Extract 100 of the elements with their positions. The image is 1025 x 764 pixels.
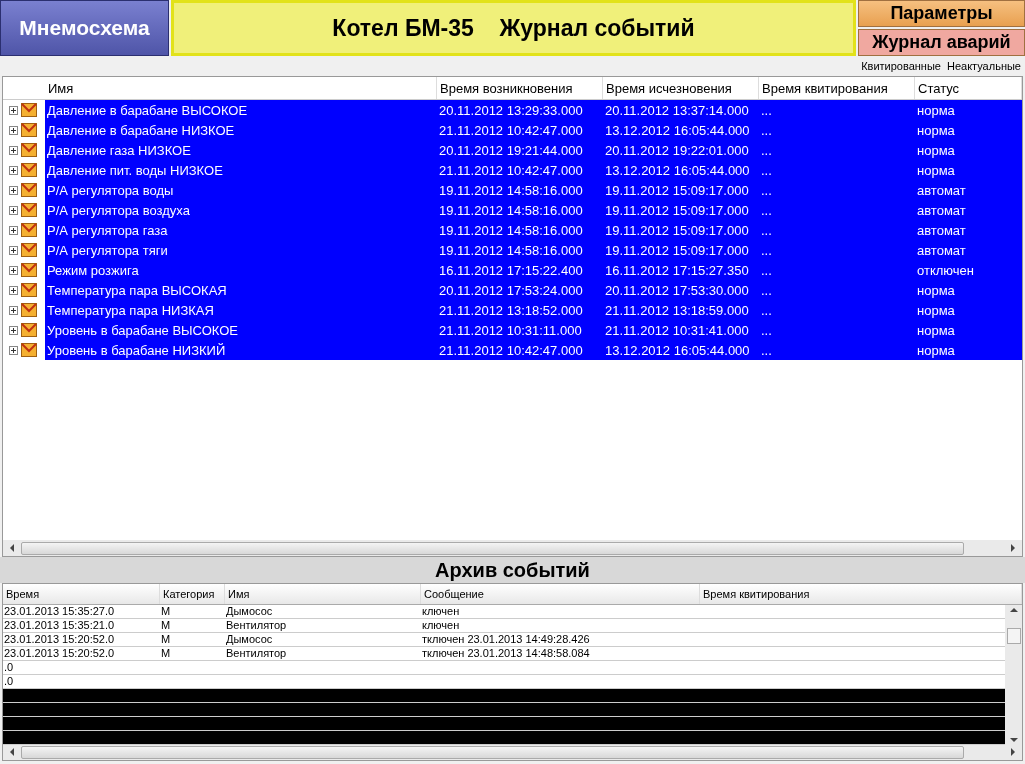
event-cell-text: норма <box>916 162 956 178</box>
event-cell-text: автомат <box>916 182 967 198</box>
column-header[interactable]: Сообщение <box>421 584 700 604</box>
column-header[interactable]: Время квитирования <box>700 584 1022 604</box>
event-cell-text: 19.11.2012 15:09:17.000 <box>604 182 750 198</box>
column-header[interactable]: Имя <box>225 584 421 604</box>
event-cell-text: ... <box>760 202 773 218</box>
filter-link[interactable]: Квитированные <box>861 60 941 72</box>
column-header[interactable]: Время <box>3 584 160 604</box>
envelope-icon <box>21 182 37 198</box>
expand-icon[interactable] <box>9 285 18 295</box>
event-row[interactable]: Р/А регулятора воздуха 19.11.2012 14:58:16.000 19.11.2012 15:09:17.000 ... автомат <box>3 200 1022 220</box>
archive-cell-text: Дымосос <box>225 605 274 618</box>
event-cell-text: ... <box>760 302 773 318</box>
envelope-icon <box>21 142 37 158</box>
event-cell-text: 21.11.2012 10:31:11.000 <box>438 322 583 338</box>
page-title: Котел БМ-35 Журнал событий <box>171 0 856 56</box>
column-header[interactable]: Статус <box>915 77 1022 99</box>
expand-icon[interactable] <box>9 245 18 255</box>
event-cell-text: ... <box>760 142 773 158</box>
event-cell-text: 21.11.2012 13:18:59.000 <box>604 302 750 318</box>
archive-cell-text: М <box>160 605 172 618</box>
event-row[interactable]: Режим розжига 16.11.2012 17:15:22.400 16.11.2012 17:15:27.350 ... отключен <box>3 260 1022 280</box>
event-row[interactable]: Давление в барабане ВЫСОКОЕ 20.11.2012 13:29:33.000 20.11.2012 13:37:14.000 ... норма <box>3 100 1022 120</box>
event-cell-text: Давление газа НИЗКОЕ <box>46 142 192 158</box>
event-row[interactable]: Уровень в барабане НИЗКИЙ 21.11.2012 10:42:47.000 13.12.2012 16:05:44.000 ... норма <box>3 340 1022 360</box>
event-cell-text: отключен <box>916 262 975 278</box>
event-cell-text: 20.11.2012 19:22:01.000 <box>604 142 750 158</box>
event-cell-text: 16.11.2012 17:15:22.400 <box>438 262 584 278</box>
scrollbar-thumb[interactable] <box>21 745 964 759</box>
event-cell-text: 20.11.2012 17:53:30.000 <box>604 282 750 298</box>
envelope-icon <box>21 322 37 338</box>
event-cell-text: ... <box>760 322 773 338</box>
envelope-icon <box>21 162 37 178</box>
column-header[interactable]: Время квитирования <box>759 77 915 99</box>
archive-cell-text: ключен <box>421 605 461 618</box>
event-cell-text: ... <box>760 122 773 138</box>
filter-link[interactable]: Неактуальные <box>946 60 1021 72</box>
vertical-scrollbar[interactable] <box>1005 604 1022 745</box>
event-row[interactable]: Давление пит. воды НИЗКОЕ 21.11.2012 10:42:47.000 13.12.2012 16:05:44.000 ... норма <box>3 160 1022 180</box>
expand-icon[interactable] <box>9 305 18 315</box>
archive-cell-text: М <box>160 647 172 660</box>
scrollbar-thumb[interactable] <box>1006 627 1021 644</box>
parameters-button[interactable]: Параметры <box>858 0 1025 27</box>
alarm-log-button[interactable]: Журнал аварий <box>858 29 1025 56</box>
mnemo-button[interactable]: Мнемосхема <box>0 0 169 56</box>
event-row[interactable]: Давление газа НИЗКОЕ 20.11.2012 19:21:44.000 20.11.2012 19:22:01.000 ... норма <box>3 140 1022 160</box>
expand-icon[interactable] <box>9 205 18 215</box>
expand-icon[interactable] <box>9 325 18 335</box>
column-header[interactable]: Имя <box>45 77 437 99</box>
column-header[interactable]: Время исчезновения <box>603 77 759 99</box>
event-cell-text: 19.11.2012 14:58:16.000 <box>438 182 584 198</box>
expand-icon[interactable] <box>9 165 18 175</box>
event-cell-text: 19.11.2012 15:09:17.000 <box>604 202 750 218</box>
envelope-icon <box>21 102 37 118</box>
event-cell-text: Давление в барабане ВЫСОКОЕ <box>46 102 249 118</box>
envelope-icon <box>21 342 37 358</box>
event-cell-text: Температура пара ВЫСОКАЯ <box>46 282 228 298</box>
column-header[interactable]: Время возникновения <box>437 77 603 99</box>
expand-icon[interactable] <box>9 185 18 195</box>
event-cell-text: ... <box>760 242 773 258</box>
event-cell-text: Р/А регулятора воздуха <box>46 202 191 218</box>
archive-cell-text: 23.01.2013 15:20:52.0 <box>3 647 116 660</box>
expand-icon[interactable] <box>9 145 18 155</box>
envelope-icon <box>21 282 37 298</box>
event-cell-text: Р/А регулятора тяги <box>46 242 169 258</box>
expand-icon[interactable] <box>9 105 18 115</box>
event-cell-text: 19.11.2012 14:58:16.000 <box>438 242 584 258</box>
event-row[interactable]: Р/А регулятора тяги 19.11.2012 14:58:16.000 19.11.2012 15:09:17.000 ... автомат <box>3 240 1022 260</box>
event-cell-text: 20.11.2012 13:29:33.000 <box>438 102 584 118</box>
event-cell-text: 20.11.2012 13:37:14.000 <box>604 102 750 118</box>
event-row[interactable]: Температура пара ВЫСОКАЯ 20.11.2012 17:53:24.000 20.11.2012 17:53:30.000 ... норма <box>3 280 1022 300</box>
scrollbar-thumb[interactable] <box>21 541 964 555</box>
expand-icon[interactable] <box>9 345 18 355</box>
event-cell-text: автомат <box>916 202 967 218</box>
archive-cell-text: ключен <box>421 619 461 632</box>
event-cell-text: 16.11.2012 17:15:27.350 <box>604 262 750 278</box>
event-row[interactable]: Уровень в барабане ВЫСОКОЕ 21.11.2012 10:31:11.000 21.11.2012 10:31:41.000 ... норма <box>3 320 1022 340</box>
archive-cell-text: .0 <box>3 661 15 674</box>
envelope-icon <box>21 302 37 318</box>
event-cell-text: 13.12.2012 16:05:44.000 <box>604 122 751 138</box>
event-cell-text: Давление в барабане НИЗКОЕ <box>46 122 236 138</box>
event-cell-text: ... <box>760 102 773 118</box>
archive-cell-text: .0 <box>3 675 15 688</box>
event-row[interactable]: Давление в барабане НИЗКОЕ 21.11.2012 10:42:47.000 13.12.2012 16:05:44.000 ... норма <box>3 120 1022 140</box>
event-cell-text: Давление пит. воды НИЗКОЕ <box>46 162 224 178</box>
expand-icon[interactable] <box>9 225 18 235</box>
event-row[interactable]: Температура пара НИЗКАЯ 21.11.2012 13:18:52.000 21.11.2012 13:18:59.000 ... норма <box>3 300 1022 320</box>
event-cell-text: Режим розжига <box>46 262 140 278</box>
expand-icon[interactable] <box>9 265 18 275</box>
horizontal-scrollbar[interactable] <box>3 540 1022 556</box>
expand-icon[interactable] <box>9 125 18 135</box>
event-cell-text: норма <box>916 322 956 338</box>
event-row[interactable]: Р/А регулятора газа 19.11.2012 14:58:16.000 19.11.2012 15:09:17.000 ... автомат <box>3 220 1022 240</box>
archive-title: Архив событий <box>0 557 1025 583</box>
archive-cell-text: Дымосос <box>225 633 274 646</box>
event-row[interactable]: Р/А регулятора воды 19.11.2012 14:58:16.000 19.11.2012 15:09:17.000 ... автомат <box>3 180 1022 200</box>
archive-cell-text: Вентилятор <box>225 647 288 660</box>
column-header[interactable]: Категория <box>160 584 225 604</box>
archive-cell-text: Вентилятор <box>225 619 288 632</box>
